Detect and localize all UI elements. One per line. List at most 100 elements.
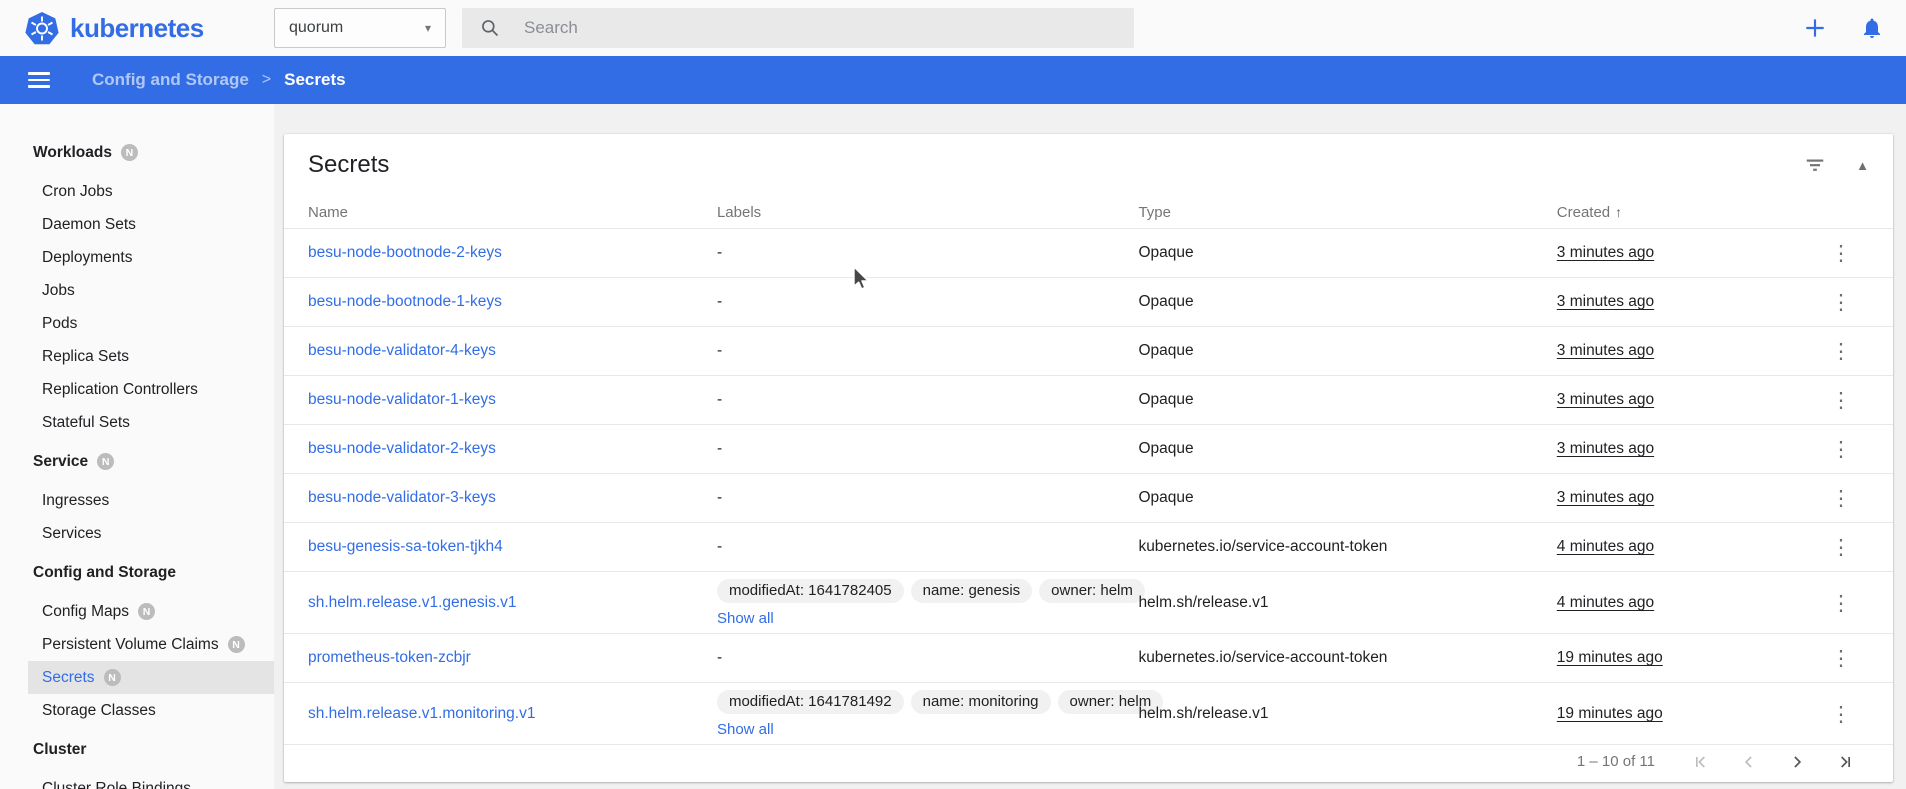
sidebar-item-ingresses[interactable]: Ingresses: [28, 484, 274, 517]
sidebar-item-label: Cron Jobs: [42, 183, 113, 201]
row-menu-kebab-icon[interactable]: ⋮: [1813, 701, 1869, 728]
secret-name-link[interactable]: sh.helm.release.v1.monitoring.v1: [308, 705, 535, 722]
labels-cell: modifiedAt: 1641781492 name: monitoring …: [717, 683, 1138, 745]
search-input[interactable]: [522, 17, 1116, 39]
secret-name-link[interactable]: besu-node-validator-3-keys: [308, 489, 496, 506]
labels-cell: -: [717, 293, 1138, 311]
labels-cell: -: [717, 440, 1138, 458]
first-page-icon: [1691, 752, 1711, 772]
sidebar-item-replica-sets[interactable]: Replica Sets: [28, 340, 274, 373]
kubernetes-logo[interactable]: kubernetes: [0, 11, 274, 46]
sidebar-item-cron-jobs[interactable]: Cron Jobs: [28, 175, 274, 208]
filter-button[interactable]: [1804, 155, 1826, 175]
collapse-card-button[interactable]: ▲: [1856, 158, 1869, 173]
secret-name-link[interactable]: besu-node-bootnode-2-keys: [308, 244, 502, 261]
secret-name-link[interactable]: prometheus-token-zcbjr: [308, 649, 471, 666]
row-menu-kebab-icon[interactable]: ⋮: [1813, 240, 1869, 267]
row-menu-kebab-icon[interactable]: ⋮: [1813, 436, 1869, 463]
table-header-row: Name Labels Type Created↑: [284, 196, 1893, 229]
secret-name-link[interactable]: besu-node-validator-1-keys: [308, 391, 496, 408]
secrets-card: Secrets ▲ Name Labels: [284, 134, 1893, 782]
row-menu-kebab-icon[interactable]: ⋮: [1813, 590, 1869, 617]
breadcrumb-bar: Config and Storage > Secrets: [0, 56, 1906, 104]
previous-page-button[interactable]: [1725, 752, 1773, 772]
table-row: besu-node-bootnode-2-keys - Opaque 3 min…: [284, 229, 1893, 278]
sidebar-item-secrets[interactable]: Secrets N: [28, 661, 274, 694]
column-header-name[interactable]: Name: [308, 204, 717, 221]
sidebar-item-pods[interactable]: Pods: [28, 307, 274, 340]
sidebar-section-cluster[interactable]: Cluster: [0, 733, 274, 766]
show-all-link[interactable]: Show all: [717, 721, 774, 738]
label-chip: owner: helm: [1039, 579, 1145, 603]
sidebar-item-label: Services: [42, 525, 101, 543]
sidebar-item-label: Replication Controllers: [42, 381, 198, 399]
row-menu-kebab-icon[interactable]: ⋮: [1813, 645, 1869, 672]
sidebar-item-daemon-sets[interactable]: Daemon Sets: [28, 208, 274, 241]
sidebar-item-services[interactable]: Services: [28, 517, 274, 550]
sidebar-item-jobs[interactable]: Jobs: [28, 274, 274, 307]
namespaced-badge: N: [97, 453, 114, 470]
show-all-link[interactable]: Show all: [717, 610, 774, 627]
sidebar-item-label: Storage Classes: [42, 702, 156, 720]
row-menu-kebab-icon[interactable]: ⋮: [1813, 338, 1869, 365]
main-content: Secrets ▲ Name Labels: [274, 104, 1906, 789]
type-cell: Opaque: [1138, 440, 1556, 458]
type-cell: Opaque: [1138, 489, 1556, 507]
created-cell: 4 minutes ago: [1557, 594, 1654, 611]
menu-hamburger-icon[interactable]: [24, 68, 54, 92]
table-row: sh.helm.release.v1.monitoring.v1 modifie…: [284, 683, 1893, 745]
row-menu-kebab-icon[interactable]: ⋮: [1813, 289, 1869, 316]
sidebar-section-config-and-storage[interactable]: Config and Storage: [0, 556, 274, 589]
row-menu-kebab-icon[interactable]: ⋮: [1813, 534, 1869, 561]
sidebar-item-label: Stateful Sets: [42, 414, 130, 432]
table-pagination: 1 – 10 of 11: [284, 745, 1893, 782]
label-chip: modifiedAt: 1641781492: [717, 690, 904, 714]
last-page-button[interactable]: [1821, 752, 1869, 772]
sidebar-item-label: Deployments: [42, 249, 132, 267]
sidebar-section-service[interactable]: Service N: [0, 445, 274, 478]
type-cell: helm.sh/release.v1: [1138, 594, 1556, 612]
type-cell: Opaque: [1138, 244, 1556, 262]
table-row: besu-node-validator-2-keys - Opaque 3 mi…: [284, 425, 1893, 474]
first-page-button[interactable]: [1677, 752, 1725, 772]
labels-cell: -: [717, 489, 1138, 507]
sidebar-item-persistent-volume-claims[interactable]: Persistent Volume Claims N: [28, 628, 274, 661]
secret-name-link[interactable]: besu-genesis-sa-token-tjkh4: [308, 538, 503, 555]
secret-name-link[interactable]: sh.helm.release.v1.genesis.v1: [308, 594, 517, 611]
chevron-down-icon: ▾: [425, 21, 431, 35]
namespaced-badge: N: [138, 603, 155, 620]
sidebar-item-label: Cluster Role Bindings: [42, 780, 191, 789]
search-bar[interactable]: [462, 8, 1134, 48]
add-resource-button[interactable]: [1802, 15, 1828, 41]
created-cell: 3 minutes ago: [1557, 244, 1654, 261]
sidebar-item-label: Pods: [42, 315, 77, 333]
sidebar-item-cluster-role-bindings[interactable]: Cluster Role Bindings: [28, 772, 274, 789]
column-header-type[interactable]: Type: [1138, 204, 1556, 221]
secret-name-link[interactable]: besu-node-validator-4-keys: [308, 342, 496, 359]
breadcrumb-parent-link[interactable]: Config and Storage: [92, 70, 249, 90]
namespaced-badge: N: [104, 669, 121, 686]
table-row: besu-node-validator-3-keys - Opaque 3 mi…: [284, 474, 1893, 523]
next-page-button[interactable]: [1773, 752, 1821, 772]
sidebar-item-label: Secrets: [42, 669, 95, 687]
column-header-labels[interactable]: Labels: [717, 204, 1138, 221]
sidebar-item-deployments[interactable]: Deployments: [28, 241, 274, 274]
pagination-range: 1 – 10 of 11: [1577, 753, 1655, 770]
namespaced-badge: N: [228, 636, 245, 653]
sidebar-item-storage-classes[interactable]: Storage Classes: [28, 694, 274, 727]
namespace-selector[interactable]: quorum ▾: [274, 8, 446, 48]
sidebar-item-stateful-sets[interactable]: Stateful Sets: [28, 406, 274, 439]
column-header-created[interactable]: Created↑: [1557, 204, 1813, 221]
secret-name-link[interactable]: besu-node-validator-2-keys: [308, 440, 496, 457]
row-menu-kebab-icon[interactable]: ⋮: [1813, 485, 1869, 512]
row-menu-kebab-icon[interactable]: ⋮: [1813, 387, 1869, 414]
secret-name-link[interactable]: besu-node-bootnode-1-keys: [308, 293, 502, 310]
sidebar-item-config-maps[interactable]: Config Maps N: [28, 595, 274, 628]
notifications-button[interactable]: [1860, 16, 1884, 40]
page-title: Secrets: [284, 70, 345, 90]
sidebar-item-replication-controllers[interactable]: Replication Controllers: [28, 373, 274, 406]
table-row: prometheus-token-zcbjr - kubernetes.io/s…: [284, 634, 1893, 683]
search-icon: [480, 18, 500, 38]
column-header-label: Created: [1557, 204, 1610, 221]
sidebar-section-workloads[interactable]: Workloads N: [0, 136, 274, 169]
